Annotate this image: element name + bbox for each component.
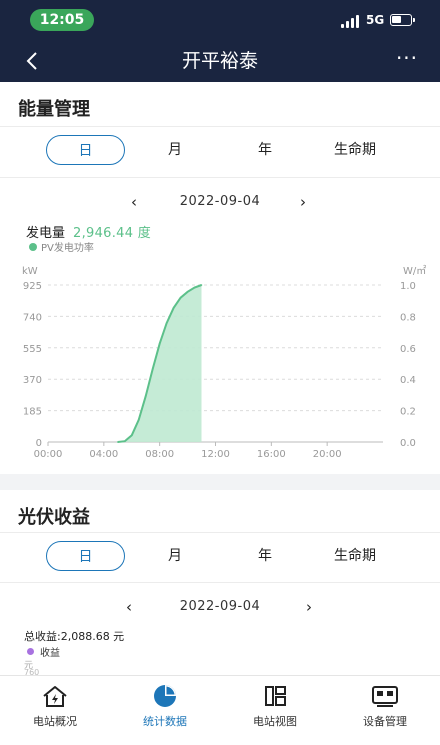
tab-station-overview[interactable]: 电站概况 [0,676,110,745]
energy-management-card: 能量管理 日 月 年 生命期 ‹ 2022-09-04 › 发电量 2,946.… [0,82,440,474]
data-point [117,441,119,443]
data-point [165,322,168,324]
device-icon [372,686,398,707]
date-label[interactable]: 2022-09-04 [0,597,440,617]
y-axis-unit-right: W/㎡ [403,265,426,277]
pv-power-area [117,285,202,442]
y-tick-label-right: 0.2 [400,407,416,418]
y-tick-label-right: 0.0 [400,438,416,449]
pv-profit-card: 光伏收益 日 月 年 生命期 ‹ 2022-09-04 › 总收益:2,088.… [0,490,440,677]
date-navigator: ‹ 2022-09-04 › [0,597,440,617]
y-tick-label-left: 740 [23,312,42,323]
data-point [172,307,175,309]
tab-year[interactable]: 年 [240,541,290,571]
signal-icon [341,14,363,28]
battery-icon [390,14,415,26]
tab-station-view[interactable]: 电站视图 [220,676,330,745]
station-view-icon [265,686,286,706]
y-axis-unit-left: kW [22,266,38,277]
tab-year[interactable]: 年 [240,135,290,165]
data-point [186,291,189,293]
data-point [193,286,196,289]
legend-dot-pv [29,243,37,251]
nav-bar: 开平裕泰 ··· [0,40,440,82]
status-time: 12:05 [30,9,94,31]
tab-label: 统计数据 [143,715,187,728]
tab-month[interactable]: 月 [150,541,200,571]
tab-device-management[interactable]: 设备管理 [330,676,440,745]
pie-chart-icon [154,685,176,707]
pv-power-chart: kW W/㎡ 925 740 555 370 185 0 1.0 0.8 0.6 0.4 0.2 0… [22,265,426,460]
y-tick-label-left: 185 [23,407,42,418]
tab-label: 电站概况 [33,715,77,728]
date-navigator: ‹ 2022-09-04 › [0,192,440,212]
y-tick-label-left: 370 [23,375,42,386]
data-point [124,440,126,442]
tab-label: 电站视图 [253,715,297,728]
data-point [137,419,140,421]
tab-day[interactable]: 日 [46,541,125,571]
data-point [131,434,133,436]
tab-lifetime[interactable]: 生命期 [318,135,392,165]
page-title: 开平裕泰 [181,50,258,72]
data-point [179,296,182,299]
more-button[interactable]: ··· [392,46,422,76]
y-tick-label-right: 0.8 [400,312,416,323]
y-tick-label-right: 0.4 [400,375,416,386]
tab-statistics[interactable]: 统计数据 [110,676,220,745]
tab-lifetime[interactable]: 生命期 [318,541,392,571]
x-tick-label: 04:00 [89,449,118,460]
x-tick-label: 00:00 [34,449,63,460]
legend-label-profit: 收益 [40,648,60,659]
tab-label: 设备管理 [363,715,407,728]
y-tick-label-left: 0 [36,438,42,449]
status-bar: 12:05 5G [0,0,440,40]
date-label[interactable]: 2022-09-04 [0,192,440,212]
divider [0,177,440,178]
data-point [158,342,161,345]
y-tick-label-right: 0.6 [400,344,416,355]
divider [0,126,440,127]
bottom-tab-bar: 电站概况 统计数据 电站视图 设备管理 [0,675,440,745]
next-date-button[interactable]: › [306,597,312,617]
tab-month[interactable]: 月 [150,135,200,165]
y-tick-label-right: 1.0 [400,281,416,292]
y-tick-label-left: 555 [23,344,42,355]
total-profit-label: 总收益:2,088.68 元 [24,630,125,643]
data-point [151,368,154,370]
data-point [144,395,147,397]
tab-day[interactable]: 日 [46,135,125,165]
network-label: 5G [366,13,385,27]
legend-dot-profit [27,648,34,655]
y-tick-label-left: 925 [23,281,42,292]
section-title-profit: 光伏收益 [18,507,90,528]
divider [0,582,440,583]
data-point [200,284,203,286]
divider [0,532,440,533]
section-title-energy: 能量管理 [18,99,90,120]
house-bolt-icon [43,686,67,707]
x-tick-label: 12:00 [201,449,230,460]
next-date-button[interactable]: › [300,192,306,212]
x-tick-label: 08:00 [145,449,174,460]
x-tick-label: 20:00 [313,449,342,460]
x-tick-label: 16:00 [257,449,286,460]
